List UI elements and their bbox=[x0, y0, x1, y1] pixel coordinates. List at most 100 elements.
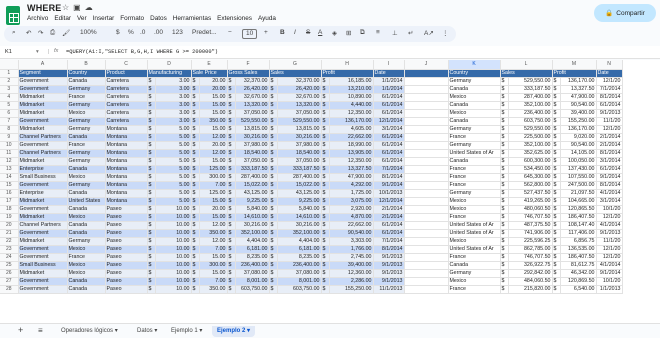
currency-symbol[interactable]: $ bbox=[227, 261, 236, 270]
cell[interactable]: 14,610.00 bbox=[277, 213, 322, 222]
cell[interactable]: 2/1/2014 bbox=[596, 133, 623, 142]
col-header-c[interactable]: C bbox=[105, 60, 148, 70]
currency-symbol[interactable]: $ bbox=[191, 85, 200, 94]
cell[interactable]: 10.00 bbox=[155, 277, 192, 286]
cell[interactable]: 2,286.00 bbox=[329, 277, 374, 286]
italic-icon[interactable]: I bbox=[294, 29, 296, 36]
cell[interactable]: 529,550.00 bbox=[508, 77, 553, 86]
currency-symbol[interactable]: $ bbox=[147, 205, 156, 214]
currency-symbol[interactable]: $ bbox=[500, 229, 509, 238]
cell[interactable]: Paseo bbox=[105, 205, 148, 214]
cell[interactable]: 10/1/20 bbox=[596, 205, 623, 214]
cell[interactable]: 6/1/2014 bbox=[596, 101, 623, 110]
cell[interactable]: 215,820.00 bbox=[508, 285, 553, 294]
cell[interactable]: France bbox=[448, 133, 501, 142]
cell[interactable]: 37,050.00 bbox=[235, 109, 270, 118]
cell[interactable]: 30,216.00 bbox=[277, 133, 322, 142]
search-menus-icon[interactable]: ⌕ bbox=[12, 29, 16, 37]
cell[interactable]: 7/1/2014 bbox=[373, 237, 405, 246]
cell[interactable]: 32,670.00 bbox=[235, 93, 270, 102]
cell[interactable]: 8/1/2014 bbox=[373, 245, 405, 254]
cell[interactable]: Midmarket bbox=[18, 109, 68, 118]
currency-symbol[interactable]: $ bbox=[552, 277, 561, 286]
cell[interactable]: 333,187.50 bbox=[277, 165, 322, 174]
currency-symbol[interactable]: $ bbox=[191, 189, 200, 198]
cell[interactable]: Germany bbox=[67, 117, 106, 126]
cell[interactable]: 12/1/20 bbox=[596, 213, 623, 222]
currency-symbol[interactable]: $ bbox=[500, 221, 509, 230]
cell[interactable]: 603,750.00 bbox=[508, 117, 553, 126]
currency-symbol[interactable]: $ bbox=[500, 261, 509, 270]
currency-symbol[interactable]: $ bbox=[552, 213, 561, 222]
currency-symbol[interactable]: $ bbox=[500, 269, 509, 278]
currency-symbol[interactable]: $ bbox=[321, 117, 330, 126]
cell[interactable]: 186,407.50 bbox=[560, 253, 597, 262]
cell[interactable]: France bbox=[67, 93, 106, 102]
currency-symbol[interactable]: $ bbox=[552, 197, 561, 206]
currency-symbol[interactable]: $ bbox=[552, 117, 561, 126]
currency-symbol[interactable]: $ bbox=[227, 141, 236, 150]
currency-symbol[interactable]: $ bbox=[269, 149, 278, 158]
row-header[interactable]: 5 bbox=[0, 101, 19, 110]
cell[interactable]: 862,785.00 bbox=[508, 245, 553, 254]
currency-symbol[interactable]: $ bbox=[321, 237, 330, 246]
cell[interactable]: France bbox=[448, 285, 501, 294]
cell[interactable]: 37,050.00 bbox=[235, 157, 270, 166]
cell[interactable]: 20.00 bbox=[199, 205, 228, 214]
row-header[interactable]: 19 bbox=[0, 213, 19, 222]
currency-symbol[interactable]: $ bbox=[552, 77, 561, 86]
empty-cell[interactable] bbox=[404, 285, 449, 294]
col-header-h[interactable]: H bbox=[321, 60, 374, 70]
cell[interactable]: 137,430.00 bbox=[560, 165, 597, 174]
header-cell[interactable]: Sale Price bbox=[191, 69, 228, 78]
cell[interactable]: 3/1/2014 bbox=[596, 157, 623, 166]
currency-symbol[interactable]: $ bbox=[552, 93, 561, 102]
header-cell[interactable]: Date bbox=[373, 69, 405, 78]
cell[interactable]: 529,550.00 bbox=[277, 117, 322, 126]
currency-symbol[interactable]: $ bbox=[147, 109, 156, 118]
decrease-decimal-icon[interactable]: .0 bbox=[140, 29, 145, 36]
cell[interactable]: 236,400.00 bbox=[277, 261, 322, 270]
currency-symbol[interactable]: $ bbox=[269, 85, 278, 94]
currency-symbol[interactable]: $ bbox=[269, 253, 278, 262]
cell[interactable]: 741,906.00 bbox=[508, 229, 553, 238]
cell[interactable]: Mexico bbox=[67, 213, 106, 222]
cell[interactable]: Canada bbox=[448, 85, 501, 94]
cell[interactable]: Mexico bbox=[448, 109, 501, 118]
cell[interactable]: 4,440.00 bbox=[329, 101, 374, 110]
currency-symbol[interactable]: $ bbox=[191, 237, 200, 246]
cell[interactable]: Canada bbox=[67, 221, 106, 230]
cell[interactable]: 12/1/20 bbox=[596, 77, 623, 86]
col-header-n[interactable]: N bbox=[596, 60, 623, 70]
cell[interactable]: 90,540.00 bbox=[329, 229, 374, 238]
cell[interactable]: 136,170.00 bbox=[329, 117, 374, 126]
header-cell[interactable]: Country bbox=[448, 69, 501, 78]
currency-symbol[interactable]: $ bbox=[552, 109, 561, 118]
header-cell[interactable]: Gross Sales bbox=[227, 69, 270, 78]
currency-symbol[interactable]: $ bbox=[500, 277, 509, 286]
currency-symbol[interactable]: $ bbox=[147, 93, 156, 102]
currency-symbol[interactable]: $ bbox=[191, 101, 200, 110]
currency-symbol[interactable]: $ bbox=[191, 269, 200, 278]
currency-symbol[interactable]: $ bbox=[500, 125, 509, 134]
sheet-tab-ejemplo-2[interactable]: Ejemplo 2 ▾ bbox=[212, 326, 256, 337]
row-header[interactable]: 10 bbox=[0, 141, 19, 150]
currency-symbol[interactable]: $ bbox=[147, 269, 156, 278]
cell[interactable]: Montana bbox=[105, 189, 148, 198]
cell[interactable]: 3.00 bbox=[155, 109, 192, 118]
cell[interactable]: Paseo bbox=[105, 229, 148, 238]
cell[interactable]: 20.00 bbox=[199, 77, 228, 86]
empty-cell[interactable] bbox=[404, 269, 449, 278]
empty-cell[interactable] bbox=[404, 133, 449, 142]
cell[interactable]: United States of Ar bbox=[448, 229, 501, 238]
empty-cell[interactable] bbox=[404, 77, 449, 86]
cell[interactable]: 6/1/2014 bbox=[373, 141, 405, 150]
currency-symbol[interactable]: $ bbox=[269, 93, 278, 102]
cell[interactable]: 326,922.75 bbox=[508, 261, 553, 270]
cell[interactable]: 9/1/2014 bbox=[596, 173, 623, 182]
cell[interactable]: 6/1/2014 bbox=[373, 93, 405, 102]
cell[interactable]: 300.00 bbox=[199, 173, 228, 182]
cell[interactable]: 9/1/2014 bbox=[596, 269, 623, 278]
currency-symbol[interactable]: $ bbox=[321, 213, 330, 222]
currency-symbol[interactable]: $ bbox=[269, 261, 278, 270]
